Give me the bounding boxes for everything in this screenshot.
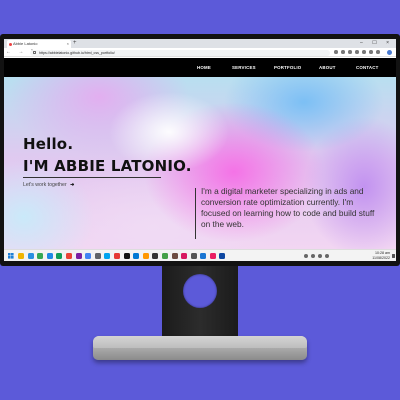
system-tray [304, 253, 329, 258]
taskbar-app-icon[interactable] [56, 253, 63, 259]
cta-label: Let's work together [23, 182, 67, 188]
share-icon[interactable] [334, 50, 338, 54]
nav-contact-link[interactable]: CONTACT [356, 58, 379, 77]
taskbar-app-icon[interactable] [94, 253, 101, 259]
taskbar-app-icon[interactable] [142, 253, 149, 259]
taskbar-app-icon[interactable] [133, 253, 140, 259]
taskbar-app-icon[interactable] [27, 253, 34, 259]
taskbar-app-icon[interactable] [123, 253, 130, 259]
lock-icon [33, 51, 36, 54]
stand-base-top [93, 336, 307, 348]
nav-services-link[interactable]: SERVICES [232, 58, 256, 77]
browser-toolbar: ← → ↻ https://abbielatonio.github.io/htm… [4, 48, 396, 57]
puzzle-icon[interactable] [369, 50, 373, 54]
taskbar-app-icon[interactable] [37, 253, 44, 259]
taskbar-app-icon[interactable] [46, 253, 53, 259]
taskbar-app-icon[interactable] [75, 253, 82, 259]
extension-icon[interactable] [362, 50, 366, 54]
taskbar-apps [18, 253, 226, 259]
taskbar-app-icon[interactable] [181, 253, 188, 259]
clock-time: 10:28 am [375, 251, 390, 255]
windows-start-icon[interactable] [8, 253, 14, 259]
tab-title: Abbie Latonio [13, 41, 38, 46]
taskbar-app-icon[interactable] [209, 253, 216, 259]
chevron-up-icon[interactable] [304, 253, 308, 258]
monitor-screen: Abbie Latonio × + – ☐ × ← → ↻ https://ab… [4, 39, 396, 261]
nav-portfolio-link[interactable]: PORTFOLIO [274, 58, 301, 77]
taskbar-clock[interactable]: 10:28 am 11/08/2022 [372, 251, 390, 260]
cable-hole [183, 274, 217, 308]
battery-icon[interactable] [325, 253, 329, 258]
monitor-stand-base [93, 336, 307, 360]
taskbar-app-icon[interactable] [190, 253, 197, 259]
website: HOME SERVICES PORTFOLIO ABOUT CONTACT He… [4, 58, 396, 249]
bio-divider [195, 188, 196, 239]
hero-bio-text: I'm a digital marketer specializing in a… [201, 186, 375, 229]
url-text[interactable]: https://abbielatonio.github.io/html_css_… [39, 50, 115, 56]
work-together-link[interactable]: Let's work together ➜ [23, 182, 74, 188]
volume-icon[interactable] [318, 253, 322, 258]
address-bar[interactable]: https://abbielatonio.github.io/html_css_… [30, 49, 330, 56]
taskbar-app-icon[interactable] [161, 253, 168, 259]
taskbar-app-icon[interactable] [85, 253, 92, 259]
monitor-stand-neck [162, 266, 238, 342]
profile-avatar[interactable] [387, 49, 392, 55]
monitor: Abbie Latonio × + – ☐ × ← → ↻ https://ab… [0, 34, 400, 266]
taskbar-app-icon[interactable] [65, 253, 72, 259]
new-tab-button[interactable]: + [73, 39, 77, 48]
arrow-right-icon: ➜ [70, 182, 75, 188]
nav-about-link[interactable]: ABOUT [319, 58, 336, 77]
taskbar-app-icon[interactable] [113, 253, 120, 259]
notification-icon[interactable] [392, 254, 395, 258]
window-controls[interactable]: – ☐ × [360, 39, 393, 48]
nav-home-link[interactable]: HOME [197, 58, 211, 77]
extension-icon[interactable] [355, 50, 359, 54]
hero-greeting: Hello. [23, 135, 74, 153]
wifi-icon[interactable] [311, 253, 315, 258]
browser-tab-bar: Abbie Latonio × + – ☐ × [4, 39, 396, 48]
bookmark-star-icon[interactable] [341, 50, 345, 54]
sidebar-icon[interactable] [376, 50, 380, 54]
site-navigation: HOME SERVICES PORTFOLIO ABOUT CONTACT [4, 58, 396, 77]
taskbar-app-icon[interactable] [152, 253, 159, 259]
extension-icons [334, 50, 380, 55]
hero-name-heading: I'M ABBIE LATONIO. [23, 157, 192, 175]
taskbar-app-icon[interactable] [200, 253, 207, 259]
taskbar-app-icon[interactable] [171, 253, 178, 259]
clock-date: 11/08/2022 [372, 255, 390, 260]
taskbar-app-icon[interactable] [18, 253, 24, 259]
hero-underline [23, 177, 161, 178]
browser-tab[interactable]: Abbie Latonio × [7, 40, 71, 48]
taskbar-app-icon[interactable] [104, 253, 111, 259]
extension-icon[interactable] [348, 50, 352, 54]
tab-close-icon[interactable]: × [67, 40, 69, 48]
taskbar-app-icon[interactable] [219, 253, 226, 259]
favicon-icon [9, 42, 12, 46]
windows-taskbar: 10:28 am 11/08/2022 [4, 249, 396, 261]
hero-section: Hello. I'M ABBIE LATONIO. Let's work tog… [4, 77, 396, 249]
